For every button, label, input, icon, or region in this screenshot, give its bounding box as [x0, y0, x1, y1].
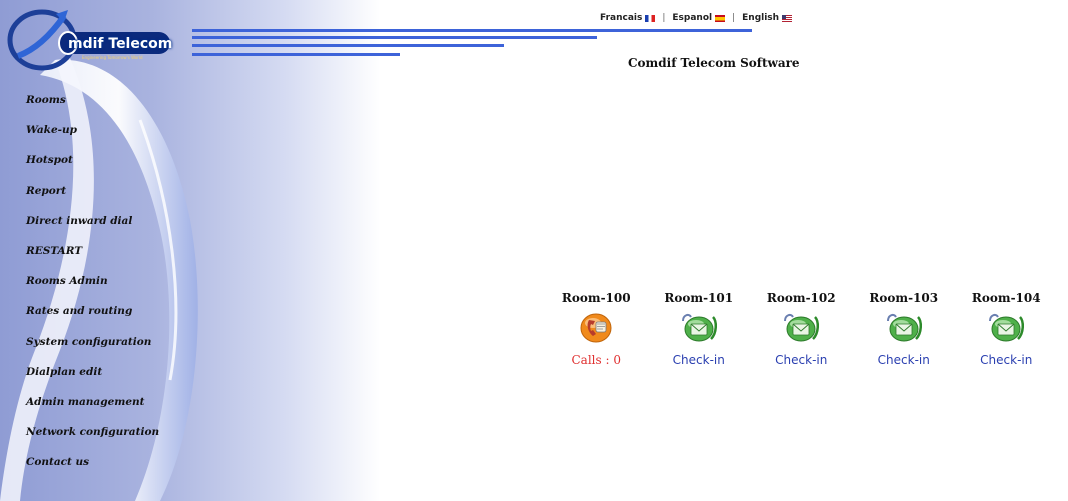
room-card: Room-101 Check-in — [648, 290, 751, 367]
sidebar-item-network-configuration[interactable]: Network configuration — [26, 426, 159, 456]
phone-envelope-icon[interactable] — [986, 311, 1026, 345]
sidebar-item-hotspot[interactable]: Hotspot — [26, 154, 159, 184]
phone-envelope-icon[interactable] — [884, 311, 924, 345]
language-label: Espanol — [672, 13, 713, 23]
language-link-english[interactable]: English — [742, 13, 793, 23]
language-link-francais[interactable]: Francais — [600, 13, 656, 23]
page-title: Comdif Telecom Software — [628, 56, 800, 70]
fr-flag-icon — [645, 14, 656, 22]
sidebar-item-dialplan-edit[interactable]: Dialplan edit — [26, 366, 159, 396]
room-card: Room-103 Check-in — [853, 290, 956, 367]
room-card: Room-102 Check-in — [750, 290, 853, 367]
sidebar-item-rates-and-routing[interactable]: Rates and routing — [26, 305, 159, 335]
room-name: Room-102 — [766, 291, 836, 305]
separator: | — [662, 13, 666, 23]
check-in-link[interactable]: Check-in — [673, 353, 725, 367]
language-link-espanol[interactable]: Espanol — [672, 13, 726, 23]
room-call-count: Calls : 0 — [571, 353, 621, 367]
room-card: Room-100 Calls : 0 — [545, 290, 648, 367]
sidebar-item-wake-up[interactable]: Wake-up — [26, 124, 159, 154]
sidebar-item-admin-management[interactable]: Admin management — [26, 396, 159, 426]
sidebar-item-restart[interactable]: RESTART — [26, 245, 159, 275]
es-flag-icon — [715, 14, 726, 22]
phone-envelope-icon[interactable] — [781, 311, 821, 345]
logo-tagline: Engineering Tomorrow's World — [82, 55, 143, 60]
room-name: Room-100 — [561, 291, 631, 305]
language-label: Francais — [600, 13, 643, 23]
room-name: Room-103 — [869, 291, 939, 305]
rooms-grid: Room-100 Calls : 0 Room-101 Check-in Roo… — [545, 290, 1058, 367]
check-in-link[interactable]: Check-in — [775, 353, 827, 367]
sidebar-nav: Rooms Wake-up Hotspot Report Direct inwa… — [26, 94, 159, 486]
language-label: English — [742, 13, 780, 23]
logo-text: mdif Telecom — [68, 36, 173, 52]
room-name: Room-101 — [664, 291, 734, 305]
sidebar-item-report[interactable]: Report — [26, 185, 159, 215]
sidebar-item-contact-us[interactable]: Contact us — [26, 456, 159, 486]
room-name: Room-104 — [971, 291, 1041, 305]
language-selector: Francais | Espanol | English — [600, 13, 793, 23]
sidebar-item-direct-inward-dial[interactable]: Direct inward dial — [26, 215, 159, 245]
sidebar-item-rooms-admin[interactable]: Rooms Admin — [26, 275, 159, 305]
check-in-link[interactable]: Check-in — [878, 353, 930, 367]
sidebar-item-rooms[interactable]: Rooms — [26, 94, 159, 124]
sidebar-item-system-configuration[interactable]: System configuration — [26, 336, 159, 366]
check-in-link[interactable]: Check-in — [980, 353, 1032, 367]
us-flag-icon — [782, 14, 793, 22]
phone-envelope-icon[interactable] — [679, 311, 719, 345]
phone-in-use-icon[interactable] — [576, 311, 616, 345]
room-card: Room-104 Check-in — [955, 290, 1058, 367]
company-logo: mdif Telecom Engineering Tomorrow's Worl… — [6, 6, 176, 72]
separator: | — [732, 13, 736, 23]
